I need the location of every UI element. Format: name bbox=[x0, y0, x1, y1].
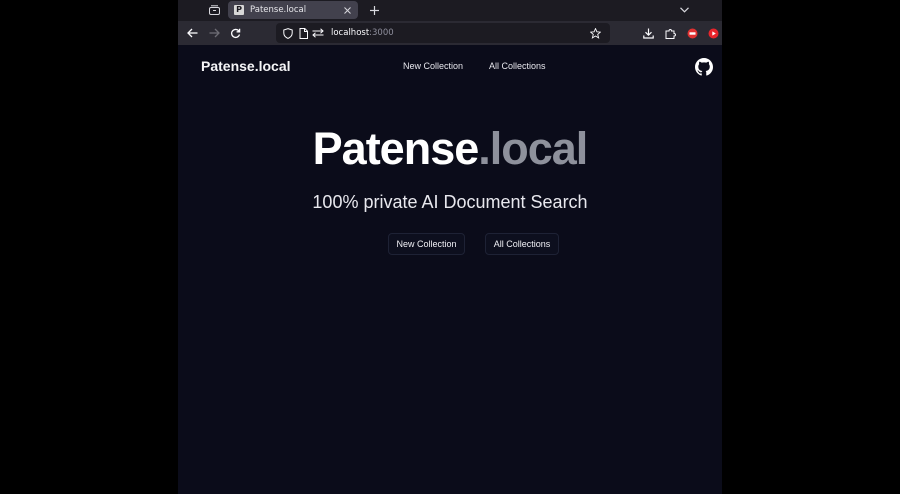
tab-title: Patense.local bbox=[250, 5, 307, 15]
tab-strip: P Patense.local bbox=[178, 0, 722, 21]
reload-icon[interactable] bbox=[227, 25, 243, 41]
back-arrow-icon[interactable] bbox=[184, 25, 200, 41]
tab-overview-icon[interactable] bbox=[206, 2, 222, 18]
browser-window: P Patense.local localhost:3000 Patense.l… bbox=[178, 0, 722, 494]
ublock-extension-icon[interactable] bbox=[684, 25, 700, 41]
hero-subtitle: 100% private AI Document Search bbox=[312, 192, 588, 212]
site-logo-link[interactable]: Patense.local bbox=[201, 58, 291, 74]
list-all-tabs-chevron-down-icon[interactable] bbox=[676, 2, 692, 18]
url-port: :3000 bbox=[369, 28, 394, 38]
github-icon[interactable] bbox=[695, 58, 713, 76]
downloads-icon[interactable] bbox=[640, 25, 656, 41]
new-tab-icon[interactable] bbox=[366, 2, 382, 18]
hero-title-main: Patense bbox=[312, 123, 480, 174]
page-info-document-icon[interactable] bbox=[297, 27, 309, 39]
all-collections-button[interactable]: All Collections bbox=[485, 233, 559, 255]
tab-active[interactable]: P Patense.local bbox=[228, 1, 358, 19]
close-tab-icon[interactable] bbox=[342, 5, 352, 15]
nav-link-new-collection[interactable]: New Collection bbox=[403, 61, 463, 71]
address-bar[interactable]: localhost:3000 bbox=[276, 23, 610, 43]
site-header: Patense.local New Collection All Collect… bbox=[178, 45, 722, 90]
nav-link-all-collections[interactable]: All Collections bbox=[489, 61, 546, 71]
bookmark-star-icon[interactable] bbox=[589, 27, 601, 39]
permissions-toggle-icon[interactable] bbox=[312, 27, 324, 39]
extensions-puzzle-icon[interactable] bbox=[662, 25, 678, 41]
url-text[interactable]: localhost:3000 bbox=[331, 23, 394, 43]
hero-title-suffix: .local bbox=[478, 123, 588, 174]
youtube-extension-icon[interactable] bbox=[705, 25, 721, 41]
forward-arrow-icon[interactable] bbox=[206, 25, 222, 41]
site-favicon-icon: P bbox=[234, 5, 244, 15]
page-content: Patense.local New Collection All Collect… bbox=[178, 45, 722, 494]
url-host: localhost bbox=[331, 28, 370, 38]
navigation-toolbar: localhost:3000 bbox=[178, 21, 722, 45]
new-collection-button[interactable]: New Collection bbox=[388, 233, 465, 255]
hero-title: Patense.local bbox=[178, 121, 722, 177]
tracking-protection-shield-icon[interactable] bbox=[282, 27, 294, 39]
